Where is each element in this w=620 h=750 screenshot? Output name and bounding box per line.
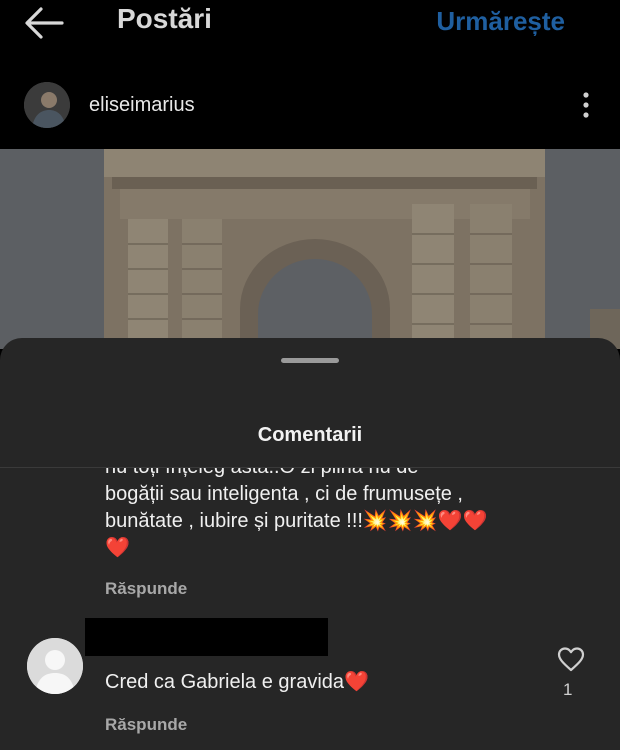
comment-line: nu toți înțeleg asta..O zi plină nu de xyxy=(105,468,545,481)
drag-handle[interactable] xyxy=(281,358,339,363)
arrow-left-icon xyxy=(25,7,64,39)
comments-sheet: Comentarii nu toți înțeleg asta..O zi pl… xyxy=(0,338,620,750)
avatar[interactable] xyxy=(27,638,83,694)
avatar-photo xyxy=(24,82,70,128)
comments-list[interactable]: nu toți înțeleg asta..O zi plină nu de b… xyxy=(0,468,620,750)
comment-text: nu toți înțeleg asta..O zi plină nu de b… xyxy=(105,468,545,562)
page-title: Postări xyxy=(117,3,212,34)
comment-line: bogății sau inteligenta , ci de frumuseț… xyxy=(105,483,463,505)
avatar[interactable] xyxy=(24,82,70,128)
post-header: eliseimarius xyxy=(0,78,620,138)
reply-button[interactable]: Răspunde xyxy=(105,715,187,735)
comment-text: Cred ca Gabriela e gravida❤️ xyxy=(105,671,369,693)
heart-outline-icon xyxy=(557,647,585,672)
arch-photo xyxy=(0,149,620,349)
post-image[interactable] xyxy=(0,149,620,349)
reply-button[interactable]: Răspunde xyxy=(105,579,187,599)
comment-line: ❤️ xyxy=(105,537,130,559)
more-options-button[interactable] xyxy=(580,90,592,122)
like-count: 1 xyxy=(563,680,573,699)
like-button[interactable] xyxy=(557,646,585,672)
username[interactable]: eliseimarius xyxy=(89,94,195,117)
more-vertical-icon xyxy=(583,92,589,118)
user-silhouette-icon xyxy=(27,638,83,694)
follow-button[interactable]: Urmărește xyxy=(436,6,565,37)
back-button[interactable] xyxy=(22,4,66,42)
comments-title: Comentarii xyxy=(257,424,363,446)
top-bar: Postări Urmărește xyxy=(0,0,620,50)
redacted-username xyxy=(85,618,328,656)
comment-line: bunătate , iubire și puritate !!!💥💥💥❤️❤️ xyxy=(105,510,488,532)
